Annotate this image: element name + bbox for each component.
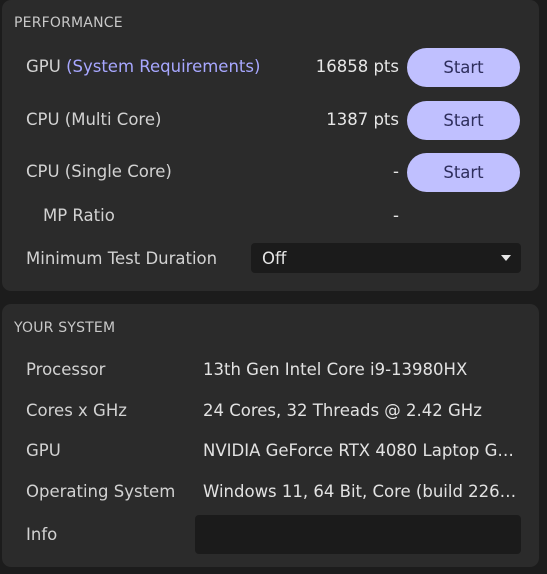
gpu-info-value: NVIDIA GeForce RTX 4080 Laptop GPU/PCIe/… — [203, 441, 521, 460]
gpu-info-label: GPU — [26, 441, 61, 460]
gpu-start-button[interactable]: Start — [407, 48, 520, 87]
chevron-down-icon — [501, 255, 511, 261]
processor-label: Processor — [26, 360, 106, 379]
info-label: Info — [26, 525, 58, 544]
mp-ratio-value: - — [393, 206, 399, 225]
os-label: Operating System — [26, 482, 176, 501]
info-field[interactable] — [195, 515, 521, 554]
processor-value: 13th Gen Intel Core i9-13980HX — [203, 360, 468, 379]
os-value: Windows 11, 64 Bit, Core (build 22621) — [203, 482, 521, 501]
cpu-single-score: - — [393, 162, 399, 181]
gpu-score: 16858 pts — [315, 57, 399, 76]
performance-title: PERFORMANCE — [14, 15, 123, 31]
system-title: YOUR SYSTEM — [14, 320, 116, 336]
system-requirements-link[interactable]: (System Requirements) — [66, 57, 260, 76]
mp-ratio-label: MP Ratio — [43, 206, 115, 225]
gpu-label-prefix: GPU — [26, 57, 67, 76]
cores-value: 24 Cores, 32 Threads @ 2.42 GHz — [203, 401, 482, 420]
performance-panel: PERFORMANCE GPU (System Requirements) 16… — [2, 0, 539, 291]
system-panel: YOUR SYSTEM Processor 13th Gen Intel Cor… — [2, 304, 539, 567]
min-duration-selected: Off — [262, 248, 287, 268]
cpu-multi-score: 1387 pts — [326, 110, 399, 129]
cpu-multi-start-button[interactable]: Start — [407, 101, 520, 140]
cpu-single-start-button[interactable]: Start — [407, 153, 520, 192]
cpu-single-label: CPU (Single Core) — [26, 162, 172, 181]
min-duration-label: Minimum Test Duration — [26, 249, 218, 268]
gpu-label: GPU (System Requirements) — [26, 57, 260, 76]
min-duration-select[interactable]: Off — [251, 243, 521, 273]
cores-label: Cores x GHz — [26, 401, 127, 420]
cpu-multi-label: CPU (Multi Core) — [26, 110, 162, 129]
